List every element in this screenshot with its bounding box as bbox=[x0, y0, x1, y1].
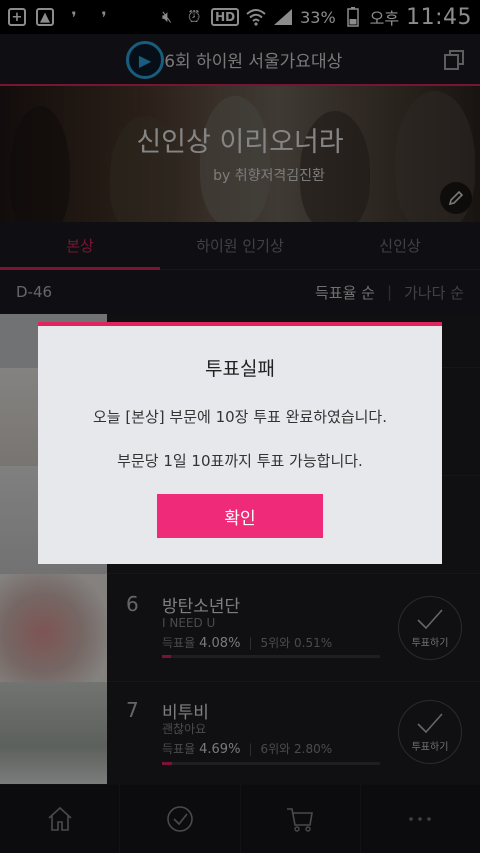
app-screen: + ▲ ❜ ❜ 🔇︎ ⏰︎ HD 33% 오후 11:45 제26회 하이원 서… bbox=[0, 0, 480, 853]
vote-failed-dialog: 투표실패 오늘 [본상] 부문에 10장 투표 완료하였습니다. 부문당 1일 … bbox=[38, 322, 442, 564]
confirm-button[interactable]: 확인 bbox=[157, 494, 323, 538]
dialog-message: 부문당 1일 10표까지 투표 가능합니다. bbox=[117, 452, 363, 470]
dialog-message: 오늘 [본상] 부문에 10장 투표 완료하였습니다. bbox=[92, 408, 387, 426]
dialog-title: 투표실패 bbox=[205, 358, 275, 380]
